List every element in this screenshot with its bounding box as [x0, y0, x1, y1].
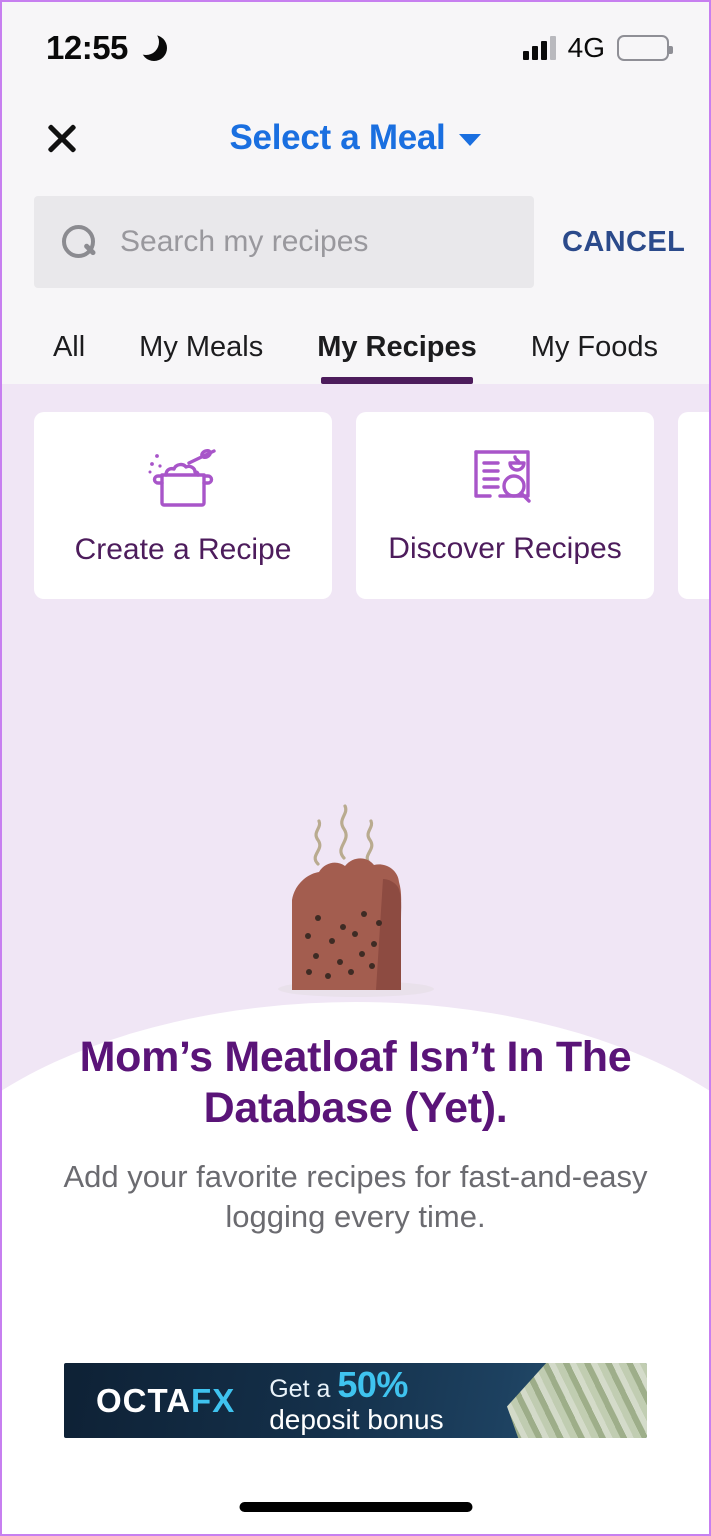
- empty-state-title: Mom’s Meatloaf Isn’t In The Database (Ye…: [79, 1033, 632, 1132]
- close-icon[interactable]: [38, 114, 86, 162]
- search-row: CANCEL: [2, 182, 709, 306]
- status-left: 12:55: [46, 29, 167, 67]
- signal-bars-icon: [522, 36, 556, 60]
- ad-brand-part2: FX: [191, 1381, 236, 1419]
- page-title[interactable]: Select a Meal: [230, 118, 446, 158]
- search-box[interactable]: [34, 196, 534, 288]
- status-right: 4G: [522, 32, 673, 64]
- ad-line-2: deposit bonus: [269, 1404, 444, 1435]
- action-card-strip[interactable]: Create a Recipe Discover Recipes: [2, 412, 709, 599]
- create-a-recipe-card[interactable]: Create a Recipe: [34, 412, 332, 599]
- nav-title-group: Select a Meal: [2, 94, 709, 182]
- money-graphic: [507, 1363, 647, 1438]
- tab-all[interactable]: All: [26, 331, 112, 384]
- recipe-search-icon: [474, 449, 531, 503]
- action-card-partial[interactable]: [678, 412, 709, 599]
- battery-icon: [617, 35, 673, 61]
- chevron-down-icon[interactable]: [459, 134, 482, 146]
- action-card-label: Create a Recipe: [74, 532, 292, 566]
- ad-brand-part1: OCTA: [96, 1381, 192, 1419]
- status-time: 12:55: [46, 29, 128, 66]
- search-icon: [62, 225, 96, 259]
- status-bar: 12:55 4G: [2, 2, 709, 94]
- tab-my-meals[interactable]: My Meals: [112, 331, 290, 384]
- nav-bar: Select a Meal: [2, 94, 709, 182]
- tab-bar: All My Meals My Recipes My Foods: [2, 306, 709, 384]
- cancel-button[interactable]: CANCEL: [534, 226, 709, 259]
- cooking-pot-icon: [148, 448, 216, 507]
- search-input[interactable]: [120, 225, 506, 259]
- network-label: 4G: [567, 32, 605, 63]
- tab-my-foods[interactable]: My Foods: [504, 331, 685, 384]
- action-card-label: Discover Recipes: [388, 531, 622, 565]
- home-indicator[interactable]: [239, 1502, 472, 1512]
- ad-container: OCTAFX Get a 50% deposit bonus: [2, 1363, 709, 1438]
- meatloaf-slice-illustration: [277, 804, 434, 997]
- empty-state: Mom’s Meatloaf Isn’t In The Database (Ye…: [2, 1032, 709, 1237]
- ad-line-1: Get a 50%: [269, 1367, 443, 1403]
- tab-my-recipes[interactable]: My Recipes: [290, 331, 504, 384]
- discover-recipes-card[interactable]: Discover Recipes: [356, 412, 654, 599]
- ad-banner-octafx[interactable]: OCTAFX Get a 50% deposit bonus: [64, 1363, 647, 1438]
- ad-brand-logo: OCTAFX: [96, 1382, 235, 1420]
- phone-screen: 12:55 4G Select a Meal CANCEL All My Mea…: [0, 0, 711, 1536]
- empty-state-subtitle: Add your favorite recipes for fast-and-e…: [63, 1159, 648, 1235]
- ad-line1-highlight: 50%: [337, 1364, 408, 1405]
- crescent-moon-icon: [132, 29, 167, 61]
- ad-line1-prefix: Get a: [269, 1375, 338, 1403]
- ad-copy: Get a 50% deposit bonus: [269, 1367, 443, 1434]
